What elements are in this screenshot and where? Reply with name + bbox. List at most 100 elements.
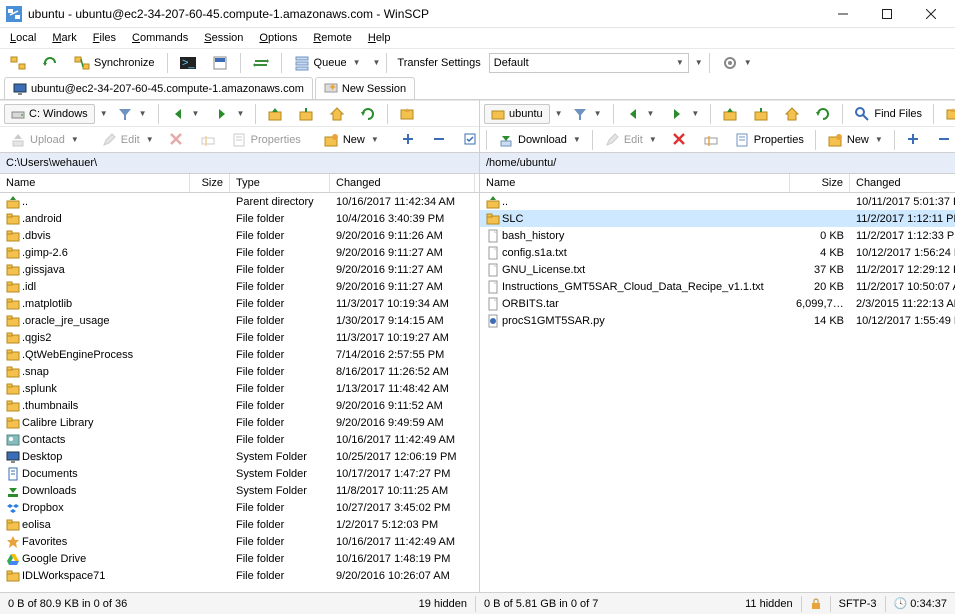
sync-button-2[interactable] [247,52,275,74]
file-row[interactable]: .QtWebEngineProcessFile folder7/14/2016 … [0,346,479,363]
file-row[interactable]: .idlFile folder9/20/2016 9:11:27 AM [0,278,479,295]
menu-local[interactable]: Local [4,30,42,46]
file-row[interactable]: DownloadsSystem Folder11/8/2017 10:11:25… [0,482,479,499]
refresh-button[interactable] [354,103,382,125]
file-row[interactable]: .qgis2File folder11/3/2017 10:19:27 AM [0,329,479,346]
download-button[interactable]: Download▼ [492,129,587,151]
file-row[interactable]: ORBITS.tar6,099,71...2/3/2015 11:22:13 A… [480,295,955,312]
file-row[interactable]: procS1GMT5SAR.py14 KB10/12/2017 1:55:49 … [480,312,955,329]
file-row[interactable]: GNU_License.txt37 KB11/2/2017 12:29:12 P… [480,261,955,278]
properties-button[interactable]: Properties [225,129,307,151]
properties-button[interactable]: Properties [728,129,810,151]
file-row[interactable]: config.s1a.txt4 KB10/12/2017 1:56:24 PM [480,244,955,261]
refresh-button[interactable] [809,103,837,125]
chevron-down-icon[interactable]: ▼ [373,58,381,67]
delete-button[interactable] [163,129,191,151]
minus-button[interactable] [426,129,454,151]
file-row[interactable]: .splunkFile folder1/13/2017 11:48:42 AM [0,380,479,397]
plus-button[interactable] [395,129,423,151]
new-button[interactable]: New▼ [821,129,889,151]
col-changed[interactable]: Changed [330,174,475,192]
menu-mark[interactable]: Mark [46,30,82,46]
col-name[interactable]: Name [480,174,790,192]
file-row[interactable]: Calibre LibraryFile folder9/20/2016 9:49… [0,414,479,431]
file-row[interactable]: FavoritesFile folder10/16/2017 11:42:49 … [0,533,479,550]
col-type[interactable]: Type [230,174,330,192]
root-dir-button[interactable] [747,103,775,125]
upload-button[interactable]: Upload▼ [4,129,85,151]
bookmark-button[interactable] [393,103,421,125]
minimize-button[interactable] [821,0,865,28]
file-row[interactable]: ..Parent directory10/16/2017 11:42:34 AM [0,193,479,210]
rename-button[interactable] [697,129,725,151]
remote-drive-selector[interactable]: ubuntu [484,104,550,124]
file-row[interactable]: ContactsFile folder10/16/2017 11:42:49 A… [0,431,479,448]
remote-file-list[interactable]: Name Size Changed ..10/11/2017 5:01:37 P… [480,174,955,592]
menu-options[interactable]: Options [253,30,303,46]
file-row[interactable]: ..10/11/2017 5:01:37 PM [480,193,955,210]
file-row[interactable]: Google DriveFile folder10/16/2017 1:48:1… [0,550,479,567]
menu-help[interactable]: Help [362,30,397,46]
sync-browse-button[interactable] [36,52,64,74]
menu-remote[interactable]: Remote [307,30,358,46]
menu-session[interactable]: Session [198,30,249,46]
file-row[interactable]: SLC11/2/2017 1:12:11 PM [480,210,955,227]
col-changed[interactable]: Changed [850,174,955,192]
file-row[interactable]: .androidFile folder10/4/2016 3:40:39 PM [0,210,479,227]
parent-dir-button[interactable] [716,103,744,125]
file-row[interactable]: IDLWorkspace71File folder9/20/2016 10:26… [0,567,479,584]
file-row[interactable]: DesktopSystem Folder10/25/2017 12:06:19 … [0,448,479,465]
putty-button[interactable] [206,52,234,74]
back-button[interactable]: ▼ [164,103,206,125]
transfer-settings-combo[interactable]: Default▼ [489,53,689,73]
chevron-down-icon[interactable]: ▼ [695,58,703,67]
file-row[interactable]: bash_history0 KB11/2/2017 1:12:33 PM [480,227,955,244]
file-row[interactable]: .thumbnailsFile folder9/20/2016 9:11:52 … [0,397,479,414]
queue-button[interactable]: Queue▼ [288,52,367,74]
minus-button[interactable] [931,129,955,151]
root-dir-button[interactable] [292,103,320,125]
menu-files[interactable]: Files [87,30,122,46]
rename-button[interactable] [194,129,222,151]
menu-commands[interactable]: Commands [126,30,194,46]
file-row[interactable]: .dbvisFile folder9/20/2016 9:11:26 AM [0,227,479,244]
file-row[interactable]: .oracle_jre_usageFile folder1/30/2017 9:… [0,312,479,329]
bookmark-button[interactable] [939,103,955,125]
forward-button[interactable]: ▼ [663,103,705,125]
file-row[interactable]: Instructions_GMT5SAR_Cloud_Data_Recipe_v… [480,278,955,295]
col-size[interactable]: Size [790,174,850,192]
col-name[interactable]: Name [0,174,190,192]
edit-button[interactable]: Edit▼ [598,129,663,151]
options-button[interactable]: ▼ [716,52,758,74]
filter-button[interactable]: ▼ [111,103,153,125]
new-button[interactable]: New▼ [317,129,385,151]
plus-button[interactable] [900,129,928,151]
find-files-button[interactable]: Find Files [848,103,928,125]
forward-button[interactable]: ▼ [208,103,250,125]
local-drive-selector[interactable]: C: Windows [4,104,95,124]
file-row[interactable]: DropboxFile folder10/27/2017 3:45:02 PM [0,499,479,516]
delete-button[interactable] [666,129,694,151]
console-button[interactable]: >_ [174,52,202,74]
session-tab-new[interactable]: ✦ New Session [315,77,415,99]
close-button[interactable] [909,0,953,28]
edit-button[interactable]: Edit▼ [95,129,160,151]
file-row[interactable]: .gissjavaFile folder9/20/2016 9:11:27 AM [0,261,479,278]
back-button[interactable]: ▼ [619,103,661,125]
chevron-down-icon[interactable]: ▼ [555,109,563,118]
file-row[interactable]: .snapFile folder8/16/2017 11:26:52 AM [0,363,479,380]
file-row[interactable]: DocumentsSystem Folder10/17/2017 1:47:27… [0,465,479,482]
file-row[interactable]: eolisaFile folder1/2/2017 5:12:03 PM [0,516,479,533]
home-dir-button[interactable] [323,103,351,125]
home-dir-button[interactable] [778,103,806,125]
chevron-down-icon[interactable]: ▼ [100,109,108,118]
file-row[interactable]: .gimp-2.6File folder9/20/2016 9:11:27 AM [0,244,479,261]
session-tab-active[interactable]: ubuntu@ec2-34-207-60-45.compute-1.amazon… [4,77,313,99]
compare-dirs-button[interactable] [4,52,32,74]
file-row[interactable]: .matplotlibFile folder11/3/2017 10:19:34… [0,295,479,312]
synchronize-button[interactable]: Synchronize [68,52,161,74]
local-file-list[interactable]: Name Size Type Changed ..Parent director… [0,174,479,592]
col-size[interactable]: Size [190,174,230,192]
parent-dir-button[interactable] [261,103,289,125]
filter-button[interactable]: ▼ [566,103,608,125]
